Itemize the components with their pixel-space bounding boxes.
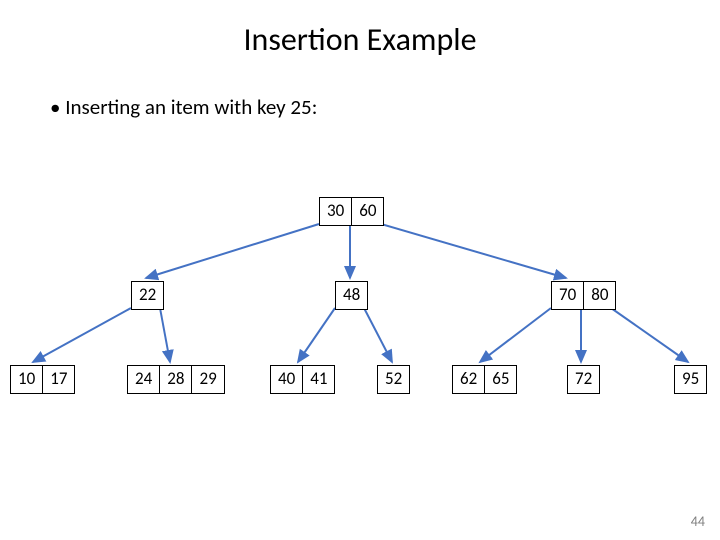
key-cell: 24 (128, 366, 160, 393)
key-cell: 29 (192, 366, 223, 393)
key-cell: 28 (160, 366, 192, 393)
key-cell: 22 (132, 282, 163, 309)
key-cell: 72 (568, 366, 599, 393)
key-cell: 41 (303, 366, 334, 393)
tree-node-leaf: 24 28 29 (127, 365, 225, 394)
key-cell: 52 (378, 366, 409, 393)
tree-node-root: 30 60 (319, 197, 384, 226)
tree-node-leaf: 95 (674, 365, 707, 394)
key-cell: 30 (320, 198, 352, 225)
bullet-point: Inserting an item with key 25: (0, 94, 720, 120)
key-cell: 95 (675, 366, 706, 393)
tree-arrows (0, 0, 720, 540)
tree-node-leaf: 52 (377, 365, 410, 394)
key-cell: 40 (271, 366, 303, 393)
tree-node-leaf: 40 41 (270, 365, 335, 394)
key-cell: 48 (336, 282, 367, 309)
key-cell: 80 (584, 282, 615, 309)
slide-title: Insertion Example (0, 0, 720, 59)
key-cell: 65 (485, 366, 516, 393)
tree-node-mid: 70 80 (551, 281, 616, 310)
tree-node-leaf: 10 17 (10, 365, 75, 394)
key-cell: 60 (352, 198, 383, 225)
key-cell: 70 (552, 282, 584, 309)
tree-node-mid: 22 (131, 281, 164, 310)
page-number: 44 (691, 513, 705, 530)
key-cell: 10 (11, 366, 43, 393)
tree-node-leaf: 62 65 (452, 365, 517, 394)
key-cell: 17 (43, 366, 74, 393)
tree-node-leaf: 72 (567, 365, 600, 394)
key-cell: 62 (453, 366, 485, 393)
tree-node-mid: 48 (335, 281, 368, 310)
